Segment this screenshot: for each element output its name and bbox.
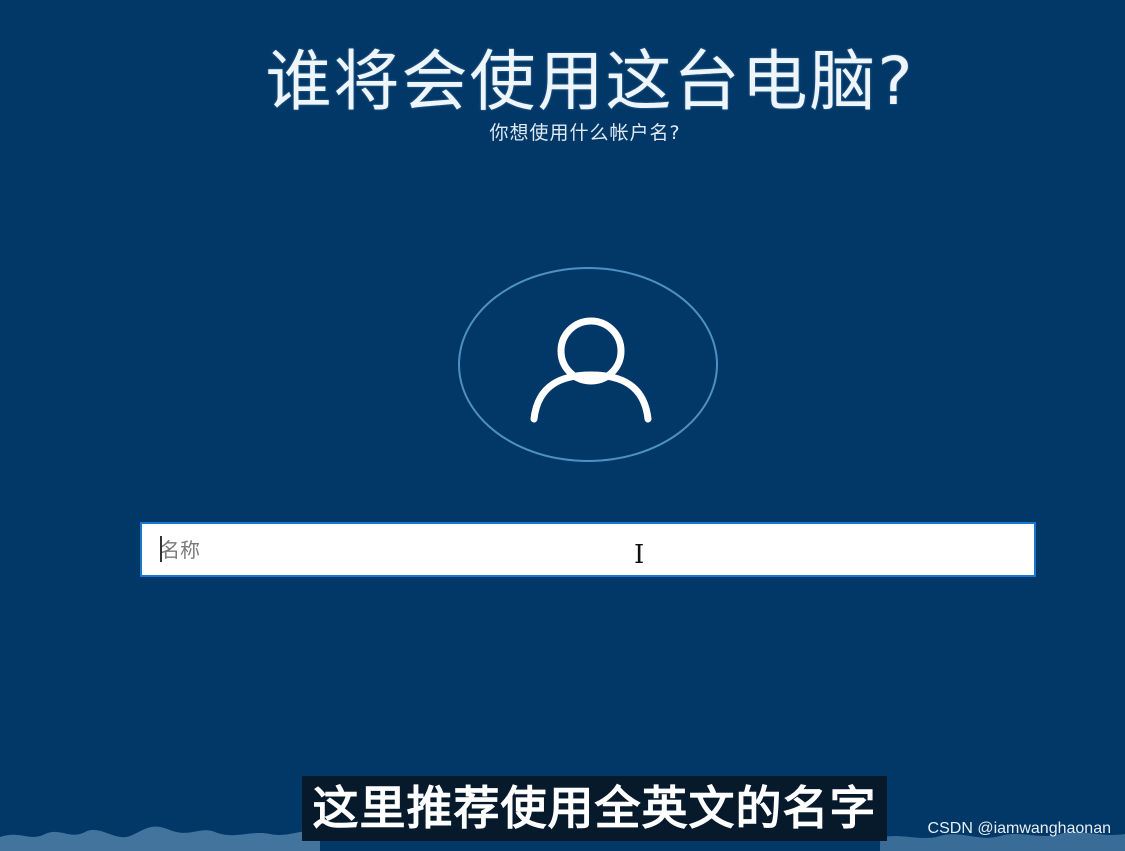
watermark: CSDN @iamwanghaonan [927,820,1111,837]
page-subtitle: 你想使用什么帐户名? [489,122,681,144]
video-caption: 这里推荐使用全英文的名字 [302,776,887,841]
ibeam-cursor-icon: I [634,540,645,570]
page-title: 谁将会使用这台电脑? [265,43,915,120]
text-caret [160,536,162,562]
avatar [458,267,718,462]
account-name-input[interactable] [140,522,1036,577]
user-icon [530,317,652,423]
setup-screen: 谁将会使用这台电脑? 你想使用什么帐户名? I 这里推荐使用全英文的名字 CSD… [0,0,1125,851]
